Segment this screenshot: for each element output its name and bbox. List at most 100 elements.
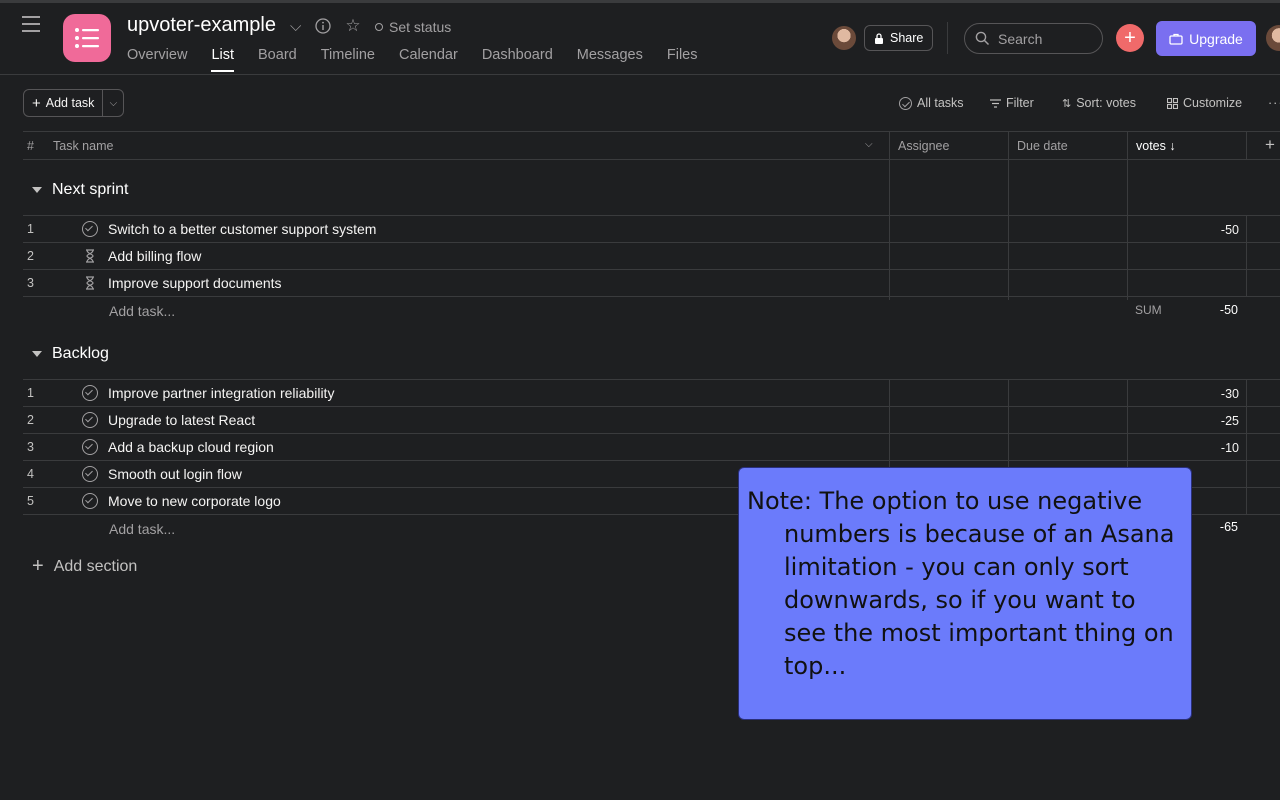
more-options-icon[interactable]: ···: [1268, 96, 1280, 110]
task-votes[interactable]: -30: [1221, 387, 1239, 401]
column-number-header: #: [27, 139, 34, 153]
column-divider: [1246, 131, 1247, 160]
plus-icon: +: [32, 94, 41, 112]
customize-button[interactable]: Customize: [1167, 96, 1242, 110]
task-number: 1: [27, 222, 34, 236]
tab-files[interactable]: Files: [667, 47, 698, 72]
collapse-triangle-icon[interactable]: [32, 351, 42, 357]
task-name[interactable]: Upgrade to latest React: [108, 412, 255, 428]
check-circle-icon[interactable]: [82, 439, 98, 455]
column-header-row: # Task name ⌵ Assignee Due date votes ↓ …: [23, 131, 1280, 160]
sum-label: SUM: [1135, 303, 1162, 317]
member-avatar[interactable]: [832, 26, 856, 50]
task-row[interactable]: 1 Improve partner integration reliability…: [23, 379, 1280, 406]
column-due-date-header[interactable]: Due date: [1017, 139, 1068, 153]
task-row[interactable]: 3 Add a backup cloud region -10: [23, 433, 1280, 460]
task-name[interactable]: Add billing flow: [108, 248, 201, 264]
set-status-button[interactable]: Set status: [375, 19, 451, 35]
tab-messages[interactable]: Messages: [577, 47, 643, 72]
project-title[interactable]: upvoter-example: [127, 14, 276, 37]
add-task-inline[interactable]: Add task...: [109, 521, 175, 537]
divider: [23, 296, 1280, 297]
tab-list[interactable]: List: [211, 47, 235, 72]
check-circle-icon: [899, 96, 912, 110]
project-tabs: Overview List Board Timeline Calendar Dashboa…: [127, 47, 697, 72]
share-label: Share: [890, 31, 924, 45]
task-row[interactable]: 1 Switch to a better customer support sys…: [23, 215, 1280, 242]
add-task-label: Add task: [45, 96, 95, 110]
section-title[interactable]: Next sprint: [52, 181, 128, 199]
task-number: 2: [27, 413, 34, 427]
search-icon: [975, 31, 990, 46]
task-name[interactable]: Switch to a better customer support syst…: [108, 221, 376, 237]
task-name[interactable]: Add a backup cloud region: [108, 439, 274, 455]
task-name[interactable]: Improve partner integration reliability: [108, 385, 334, 401]
tab-timeline[interactable]: Timeline: [321, 47, 375, 72]
task-row[interactable]: 3 Improve support documents: [23, 269, 1280, 296]
add-task-dropdown-chevron-icon[interactable]: ⌵: [102, 90, 123, 116]
task-votes[interactable]: -25: [1221, 414, 1239, 428]
search-placeholder: Search: [998, 30, 1043, 47]
upgrade-label: Upgrade: [1189, 30, 1243, 47]
column-task-name-header[interactable]: Task name: [53, 139, 113, 153]
check-circle-icon[interactable]: [82, 493, 98, 509]
task-number: 3: [27, 440, 34, 454]
check-circle-icon[interactable]: [82, 466, 98, 482]
tab-overview[interactable]: Overview: [127, 47, 187, 72]
task-row[interactable]: 2 Add billing flow: [23, 242, 1280, 269]
task-name[interactable]: Move to new corporate logo: [108, 493, 281, 509]
hamburger-menu-icon[interactable]: [22, 16, 40, 32]
section-title[interactable]: Backlog: [52, 345, 109, 363]
section-header-next-sprint[interactable]: Next sprint: [32, 181, 128, 199]
tab-dashboard[interactable]: Dashboard: [482, 47, 553, 72]
sum-value: -65: [1219, 520, 1238, 534]
task-number: 3: [27, 276, 34, 290]
add-task-split-button: + Add task ⌵: [23, 89, 125, 117]
section-header-backlog[interactable]: Backlog: [32, 345, 109, 363]
hourglass-icon[interactable]: [82, 275, 98, 291]
info-icon[interactable]: [315, 18, 332, 34]
task-name[interactable]: Improve support documents: [108, 275, 282, 291]
all-tasks-button[interactable]: All tasks: [899, 96, 964, 110]
briefcase-icon: [1169, 33, 1183, 45]
annotation-note: Note: The option to use negative numbers…: [738, 467, 1192, 720]
search-input[interactable]: Search: [964, 23, 1103, 54]
check-circle-icon[interactable]: [82, 412, 98, 428]
collapse-triangle-icon[interactable]: [32, 187, 42, 193]
add-section-label: Add section: [53, 557, 138, 575]
hourglass-icon[interactable]: [82, 248, 98, 264]
tab-board[interactable]: Board: [258, 47, 297, 72]
upgrade-button[interactable]: Upgrade: [1156, 21, 1256, 56]
add-task-button[interactable]: + Add task: [24, 90, 102, 116]
check-circle-icon[interactable]: [82, 385, 98, 401]
all-tasks-label: All tasks: [917, 96, 964, 110]
task-number: 4: [27, 467, 34, 481]
sort-arrows-icon: ⇅: [1062, 97, 1072, 110]
column-assignee-header[interactable]: Assignee: [898, 139, 949, 153]
project-list-icon: [63, 14, 111, 62]
column-chevron-down-icon[interactable]: ⌵: [865, 139, 873, 150]
add-section-button[interactable]: + Add section: [32, 555, 137, 578]
task-votes[interactable]: -10: [1221, 441, 1239, 455]
sort-button[interactable]: ⇅ Sort: votes: [1062, 96, 1136, 110]
set-status-label: Set status: [389, 19, 452, 35]
tab-calendar[interactable]: Calendar: [399, 47, 458, 72]
customize-grid-icon: [1167, 97, 1178, 109]
task-row[interactable]: 2 Upgrade to latest React -25: [23, 406, 1280, 433]
add-column-plus-icon[interactable]: +: [1265, 135, 1275, 155]
filter-icon: [990, 98, 1001, 108]
column-votes-header[interactable]: votes ↓: [1136, 139, 1176, 153]
star-icon[interactable]: ☆: [345, 16, 360, 36]
create-plus-button[interactable]: +: [1116, 24, 1144, 52]
add-task-inline[interactable]: Add task...: [109, 303, 175, 319]
filter-button[interactable]: Filter: [990, 96, 1034, 110]
plus-icon: +: [32, 555, 44, 577]
share-button[interactable]: Share: [864, 25, 934, 51]
task-name[interactable]: Smooth out login flow: [108, 466, 242, 482]
chevron-down-icon[interactable]: ⌵: [290, 18, 301, 35]
task-number: 2: [27, 249, 34, 263]
filter-label: Filter: [1006, 96, 1034, 110]
check-circle-icon[interactable]: [82, 221, 98, 237]
task-votes[interactable]: -50: [1221, 223, 1239, 237]
sort-label: Sort: votes: [1076, 96, 1136, 110]
